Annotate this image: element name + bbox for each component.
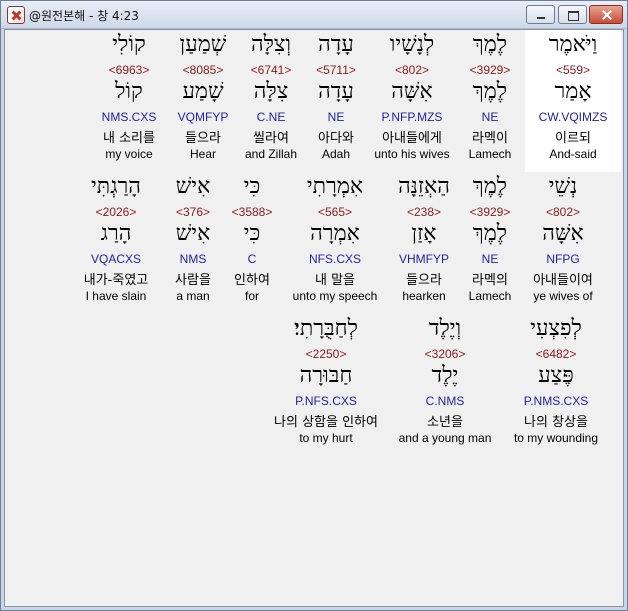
word-cell[interactable]: וְיֶלֶד <3206> יֶלֶד C.NMS 소년을 and a you… bbox=[397, 314, 493, 456]
hebrew-lemma: חַבּוּרָה bbox=[299, 363, 353, 388]
morphology-code: CW.VQIMZS bbox=[538, 110, 608, 124]
korean-gloss: 나의 상함을 인하여 bbox=[274, 415, 378, 430]
app-window: @원전본해 - 창 4:23 וַיֹּאמֶר <559> אָמַר CW.… bbox=[0, 0, 628, 611]
english-gloss: my voice bbox=[105, 147, 153, 161]
minimize-button[interactable] bbox=[526, 5, 555, 24]
hebrew-word: הָרַגְתִּי bbox=[91, 174, 141, 199]
strong-number: <565> bbox=[317, 205, 353, 219]
korean-gloss: 나의 창상을 bbox=[524, 415, 588, 430]
hebrew-word: לְפִצְעִי bbox=[530, 316, 582, 341]
morphology-code: VQACXS bbox=[90, 252, 141, 266]
hebrew-word: וְיֶלֶד bbox=[428, 316, 462, 341]
word-cell[interactable]: לְחַבֻּרָתִי׃ <2250> חַבּוּרָה P.NFS.CXS… bbox=[271, 314, 381, 456]
hebrew-word: וַיֹּאמֶר bbox=[548, 32, 598, 57]
english-gloss: I have slain bbox=[85, 289, 147, 303]
close-button[interactable] bbox=[589, 5, 623, 24]
hebrew-lemma: פֶּצַע bbox=[538, 363, 574, 388]
strong-number: <6963> bbox=[108, 63, 150, 77]
morphology-code: NFS.CXS bbox=[308, 252, 361, 266]
hebrew-word: הַאְזֵנָּה bbox=[398, 174, 450, 199]
strong-number: <559> bbox=[555, 63, 591, 77]
morphology-code: NMS.CXS bbox=[101, 110, 157, 124]
strong-number: <6482> bbox=[535, 347, 577, 361]
morphology-code: C.NMS bbox=[425, 394, 465, 408]
morphology-code: P.NMS.CXS bbox=[523, 394, 589, 408]
hebrew-word: קוֹלִי bbox=[112, 32, 146, 57]
strong-number: <2250> bbox=[305, 347, 347, 361]
morphology-code: VHMFYP bbox=[398, 252, 449, 266]
strong-number: <238> bbox=[406, 205, 442, 219]
hebrew-lemma: אָמַר bbox=[554, 79, 592, 104]
hebrew-lemma: אָזַן bbox=[411, 221, 437, 246]
app-cross-icon[interactable] bbox=[7, 6, 25, 24]
morphology-code: P.NFS.CXS bbox=[295, 394, 357, 408]
hebrew-word: לְחַבֻּרָתִי׃ bbox=[294, 316, 358, 341]
strong-number: <3206> bbox=[424, 347, 466, 361]
korean-gloss: 내 소리를 bbox=[103, 131, 155, 146]
maximize-button[interactable] bbox=[558, 5, 587, 24]
korean-gloss: 소년을 bbox=[427, 415, 463, 430]
hebrew-word: אִמְרָתִי bbox=[306, 174, 364, 199]
word-cell[interactable]: קוֹלִי <6963> קוֹל NMS.CXS 내 소리를 my voic… bbox=[81, 30, 177, 172]
english-gloss: and a young man bbox=[398, 431, 492, 445]
korean-gloss: 내가-죽였고 bbox=[83, 273, 149, 288]
window-title: @원전본해 - 창 4:23 bbox=[29, 9, 139, 23]
title-bar[interactable]: @원전본해 - 창 4:23 bbox=[1, 1, 627, 29]
english-gloss: to my hurt bbox=[299, 431, 353, 445]
english-gloss: to my wounding bbox=[513, 431, 599, 445]
hebrew-lemma: הָרַג bbox=[100, 221, 132, 246]
hebrew-lemma: יֶלֶד bbox=[431, 363, 459, 388]
word-cell[interactable]: הָרַגְתִּי <2026> הָרַג VQACXS 내가-죽였고 I … bbox=[68, 172, 164, 314]
hebrew-lemma: קוֹל bbox=[115, 79, 143, 104]
hebrew-lemma: אִמְרָה bbox=[310, 221, 360, 246]
word-cell[interactable]: לְפִצְעִי <6482> פֶּצַע P.NMS.CXS 나의 창상을… bbox=[508, 314, 604, 456]
interlinear-panel: וַיֹּאמֶר <559> אָמַר CW.VQIMZS 이르되 And-… bbox=[4, 29, 624, 607]
strong-number: <2026> bbox=[95, 205, 137, 219]
